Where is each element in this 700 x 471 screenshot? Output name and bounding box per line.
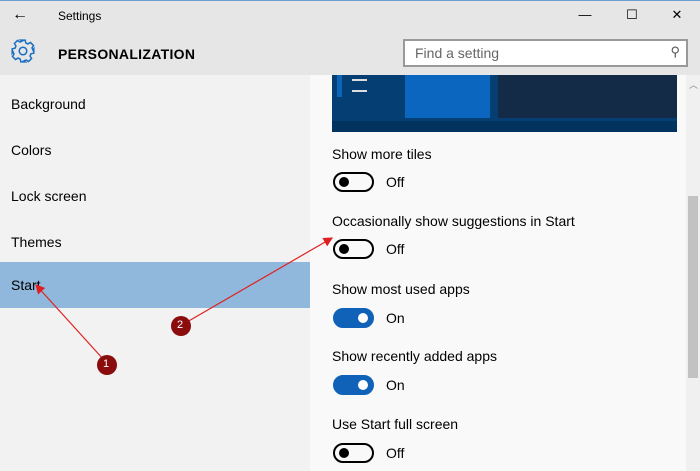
annotation-label-1: 1 [103, 358, 110, 370]
annotation-layer [35, 237, 334, 375]
annotation-label-2: 2 [177, 319, 184, 331]
annotation-arrow-1 [35, 284, 105, 361]
annotation-arrow-2 [186, 237, 334, 323]
